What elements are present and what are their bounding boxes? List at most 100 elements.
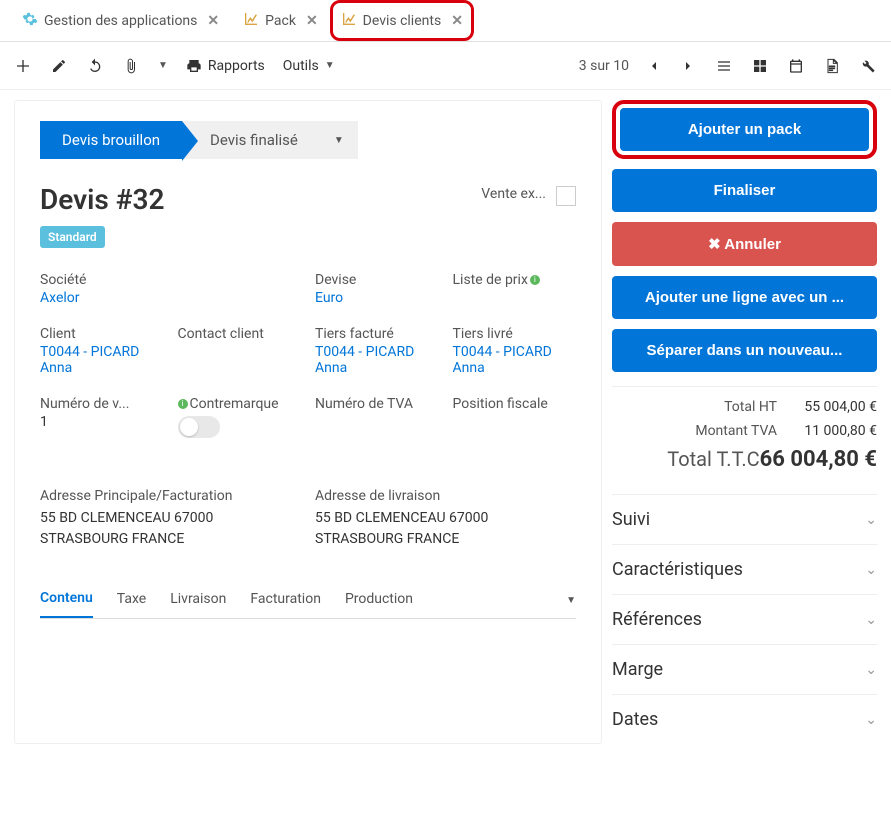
collapsible-label: Références: [612, 609, 702, 630]
fields-grid: Société Axelor Devise Euro Liste de prix…: [40, 272, 576, 438]
label-liste-prix: Liste de prix i: [453, 272, 577, 288]
label-client: Client: [40, 326, 164, 342]
tab-label: Pack: [265, 13, 296, 29]
collapsible-dates[interactable]: Dates ⌄: [612, 694, 877, 744]
field-contact-client: Contact client: [178, 326, 302, 376]
collapsible-marge[interactable]: Marge ⌄: [612, 644, 877, 694]
sub-tab-facturation[interactable]: Facturation: [250, 581, 321, 617]
ajouter-pack-button[interactable]: Ajouter un pack: [620, 108, 869, 151]
total-tva-label: Montant TVA: [612, 423, 777, 439]
attachment-icon[interactable]: [122, 57, 140, 75]
value-devise[interactable]: Euro: [315, 290, 439, 306]
value-addr-livraison-line1: 55 BD CLEMENCEAU 67000: [315, 508, 576, 529]
ajouter-pack-highlight: Ajouter un pack: [612, 100, 877, 159]
label-position-fiscale: Position fiscale: [453, 396, 577, 412]
chart-icon: [243, 11, 259, 31]
totals: Total HT 55 004,00 € Montant TVA 11 000,…: [612, 386, 877, 484]
document-icon[interactable]: [823, 57, 841, 75]
tab-app-management[interactable]: Gestion des applications ✕: [10, 0, 231, 41]
status-step-active[interactable]: Devis brouillon: [40, 121, 182, 159]
total-tva-row: Montant TVA 11 000,80 €: [612, 419, 877, 443]
total-ttc-row: Total T.T.C 66 004,80 €: [612, 443, 877, 476]
value-client[interactable]: T0044 - PICARD Anna: [40, 344, 164, 376]
contremarque-toggle[interactable]: [178, 416, 220, 438]
ajouter-ligne-button[interactable]: Ajouter une ligne avec un ...: [612, 276, 877, 319]
finaliser-button[interactable]: Finaliser: [612, 169, 877, 212]
vente-ex-checkbox[interactable]: [556, 186, 576, 206]
caret-down-icon: ▼: [325, 60, 335, 71]
status-badge: Standard: [40, 226, 105, 248]
field-client: Client T0044 - PICARD Anna: [40, 326, 164, 376]
field-tiers-facture: Tiers facturé T0044 - PICARD Anna: [315, 326, 439, 376]
field-position-fiscale: Position fiscale: [453, 396, 577, 438]
tools-button[interactable]: Outils ▼: [283, 58, 335, 74]
edit-icon[interactable]: [50, 57, 68, 75]
status-steps: Devis brouillon Devis finalisé ▼: [40, 121, 576, 159]
paginator: 3 sur 10: [579, 57, 697, 75]
add-icon[interactable]: [14, 57, 32, 75]
toolbar: ▼ Rapports Outils ▼ 3 sur 10: [0, 42, 891, 90]
toggle-knob: [180, 418, 198, 436]
form-panel: Devis brouillon Devis finalisé ▼ Devis #…: [14, 100, 602, 744]
collapsibles: Suivi ⌄ Caractéristiques ⌄ Références ⌄ …: [612, 494, 877, 744]
collapsible-label: Dates: [612, 709, 658, 730]
toolbar-right: [715, 57, 877, 75]
chevron-down-icon: ⌄: [865, 662, 877, 678]
total-ttc-value: 66 004,80 €: [760, 447, 877, 472]
label-tiers-livre: Tiers livré: [453, 326, 577, 342]
close-icon[interactable]: ✕: [207, 13, 219, 29]
label-contremarque: iContremarque: [178, 396, 302, 412]
prev-icon[interactable]: [645, 57, 663, 75]
sub-tab-contenu[interactable]: Contenu: [40, 580, 93, 618]
info-icon[interactable]: i: [530, 275, 540, 285]
sub-tab-more[interactable]: ▼: [566, 591, 576, 607]
label-contact-client: Contact client: [178, 326, 302, 342]
collapsible-references[interactable]: Références ⌄: [612, 594, 877, 644]
tab-devis-clients[interactable]: Devis clients ✕: [330, 0, 474, 41]
attachment-dropdown-icon[interactable]: ▼: [158, 60, 168, 71]
value-addr-facturation-line2: STRASBOURG FRANCE: [40, 529, 301, 550]
chevron-down-icon: ⌄: [865, 562, 877, 578]
close-icon[interactable]: ✕: [451, 13, 463, 29]
separer-button[interactable]: Séparer dans un nouveau...: [612, 329, 877, 372]
label-addr-livraison: Adresse de livraison: [315, 488, 576, 504]
field-contremarque: iContremarque: [178, 396, 302, 438]
calendar-icon[interactable]: [787, 57, 805, 75]
sub-tab-livraison[interactable]: Livraison: [170, 581, 226, 617]
tab-pack[interactable]: Pack ✕: [231, 0, 330, 41]
chevron-down-icon: ⌄: [865, 512, 877, 528]
tabs-bar: Gestion des applications ✕ Pack ✕ Devis …: [0, 0, 891, 42]
label-numero-v: Numéro de v...: [40, 396, 164, 412]
total-ht-value: 55 004,00 €: [777, 399, 877, 415]
field-societe: Société Axelor: [40, 272, 301, 306]
sub-tab-taxe[interactable]: Taxe: [117, 581, 146, 617]
value-tiers-facture[interactable]: T0044 - PICARD Anna: [315, 344, 439, 376]
value-tiers-livre[interactable]: T0044 - PICARD Anna: [453, 344, 577, 376]
value-societe[interactable]: Axelor: [40, 290, 301, 306]
caret-down-icon: ▼: [334, 135, 344, 146]
annuler-label: Annuler: [724, 236, 781, 253]
sub-tab-production[interactable]: Production: [345, 581, 413, 617]
address-facturation: Adresse Principale/Facturation 55 BD CLE…: [40, 488, 301, 550]
addresses: Adresse Principale/Facturation 55 BD CLE…: [40, 488, 576, 550]
reports-button[interactable]: Rapports: [186, 58, 265, 74]
collapsible-caracteristiques[interactable]: Caractéristiques ⌄: [612, 544, 877, 594]
status-dropdown[interactable]: ▼: [320, 121, 358, 159]
collapsible-suivi[interactable]: Suivi ⌄: [612, 494, 877, 544]
sub-tabs: Contenu Taxe Livraison Facturation Produ…: [40, 580, 576, 619]
total-ht-row: Total HT 55 004,00 €: [612, 395, 877, 419]
close-icon[interactable]: ✕: [306, 13, 318, 29]
info-icon[interactable]: i: [178, 399, 188, 409]
next-icon[interactable]: [679, 57, 697, 75]
grid-view-icon[interactable]: [751, 57, 769, 75]
collapsible-label: Caractéristiques: [612, 559, 743, 580]
undo-icon[interactable]: [86, 57, 104, 75]
status-step-next[interactable]: Devis finalisé: [182, 121, 320, 159]
label-tiers-facture: Tiers facturé: [315, 326, 439, 342]
annuler-button[interactable]: ✖ Annuler: [612, 222, 877, 266]
wrench-icon[interactable]: [859, 57, 877, 75]
field-numero-tva: Numéro de TVA: [315, 396, 439, 438]
field-numero-v: Numéro de v... 1: [40, 396, 164, 438]
list-view-icon[interactable]: [715, 57, 733, 75]
total-ttc-label: Total T.T.C: [612, 447, 760, 472]
